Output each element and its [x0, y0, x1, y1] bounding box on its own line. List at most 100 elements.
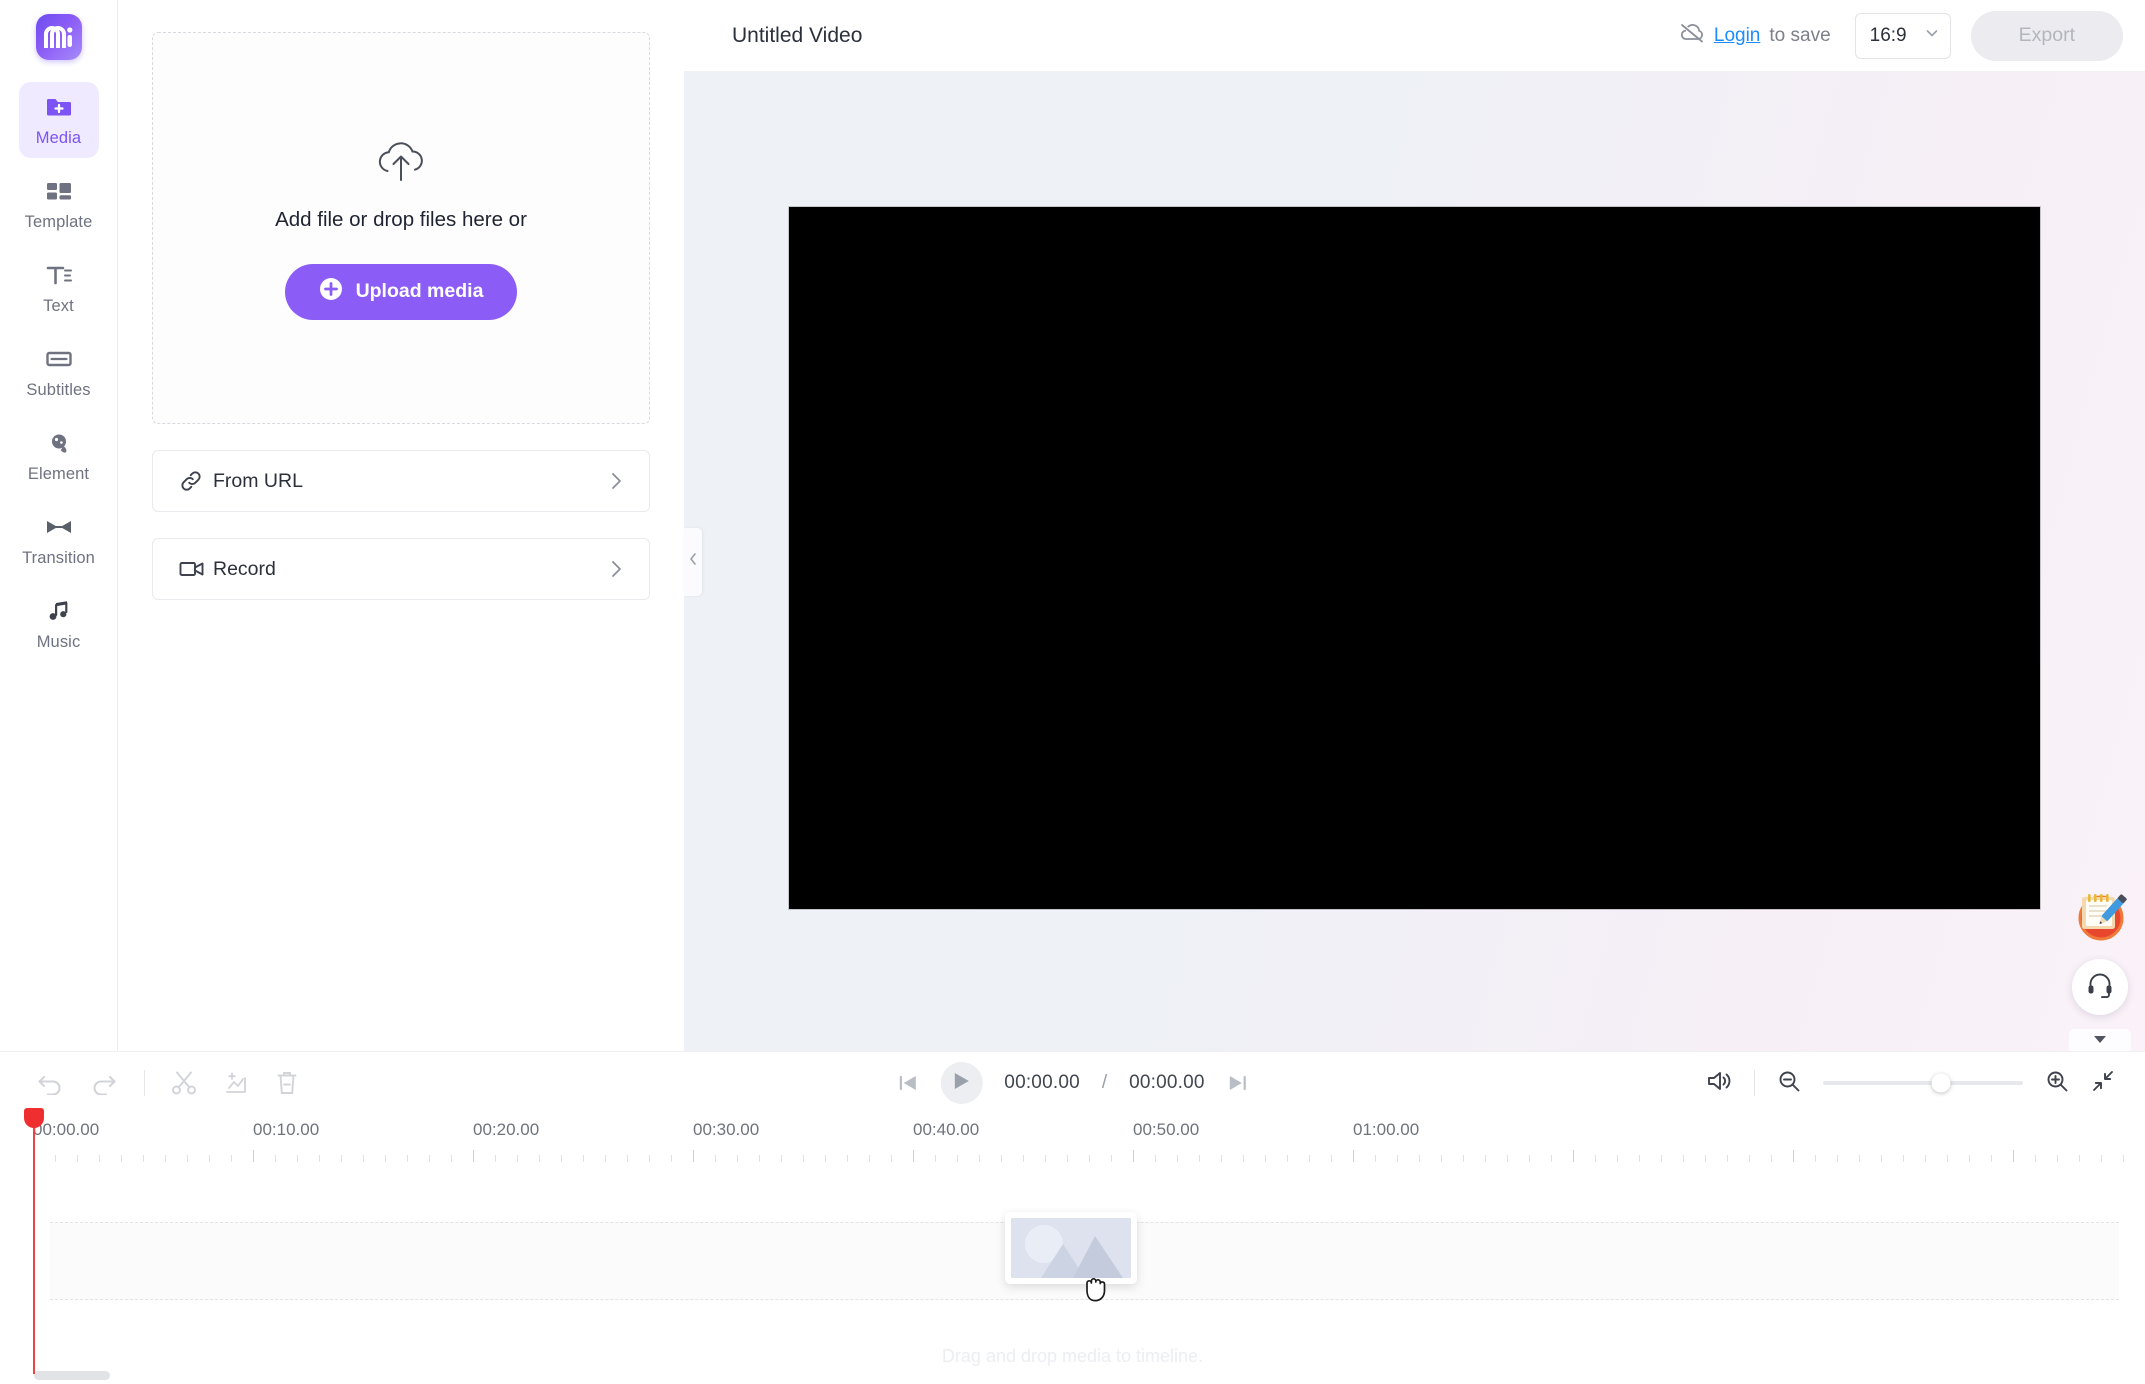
timeline-horizontal-scrollbar[interactable] [34, 1371, 110, 1380]
sidebar-item-transition[interactable]: Transition [19, 502, 99, 578]
video-preview-canvas[interactable] [789, 206, 2040, 909]
document-title[interactable]: Untitled Video [732, 24, 1679, 48]
ruler-label: 00:40.00 [913, 1120, 980, 1139]
ruler-tick [891, 1155, 892, 1162]
ruler-tick [715, 1155, 716, 1162]
ruler-tick [1133, 1150, 1134, 1162]
timeline-zoom-slider[interactable] [1823, 1073, 2023, 1093]
split-button[interactable] [171, 1070, 197, 1096]
ruler-tick [231, 1155, 232, 1162]
timeline-ruler[interactable]: 00:00.00 00:10.00 00:20.00 00:30.00 00:40.00… [0, 1114, 2145, 1166]
sidebar-item-label: Text [43, 297, 74, 315]
link-icon [179, 469, 213, 493]
sidebar-item-text[interactable]: Text [19, 250, 99, 326]
ruler-label: 00:00.00 [33, 1120, 100, 1139]
aspect-ratio-select[interactable]: 16:9 [1854, 12, 1951, 59]
plus-circle-icon [319, 277, 343, 307]
camera-icon [179, 558, 213, 580]
skip-previous-button[interactable] [896, 1072, 918, 1094]
sidebar-item-label: Element [27, 465, 90, 483]
from-url-row[interactable]: From URL [152, 450, 650, 512]
ruler-tick [1089, 1155, 1090, 1162]
dropzone-text: Add file or drop files here or [275, 207, 527, 231]
fit-timeline-button[interactable] [2091, 1069, 2115, 1098]
ruler-tick [1617, 1155, 1618, 1162]
ruler-tick [1903, 1155, 1904, 1162]
ruler-tick [1639, 1155, 1640, 1162]
ruler-tick [759, 1155, 760, 1162]
ruler-tick [1023, 1155, 1024, 1162]
ruler-tick [1815, 1155, 1816, 1162]
export-button[interactable]: Export [1970, 10, 2123, 61]
ruler-tick [1287, 1155, 1288, 1162]
total-time: 00:00.00 [1129, 1072, 1205, 1093]
sidebar-item-subtitles[interactable]: Subtitles [19, 334, 99, 410]
app-logo[interactable] [35, 14, 82, 60]
ruler-tick [1067, 1155, 1068, 1162]
ruler-tick [781, 1155, 782, 1162]
toolbar-divider [144, 1070, 145, 1096]
delete-button[interactable] [275, 1070, 299, 1096]
ruler-tick [1727, 1155, 1728, 1162]
floating-collapse-button[interactable] [2069, 1029, 2131, 1051]
upload-media-button[interactable]: Upload media [284, 263, 518, 320]
drag-preview-thumbnail[interactable] [1005, 1212, 1137, 1284]
ruler-label: 00:50.00 [1133, 1120, 1200, 1139]
login-link[interactable]: Login [1714, 25, 1761, 47]
sidebar-item-label: Transition [22, 549, 95, 567]
redo-button[interactable] [90, 1071, 118, 1095]
ruler-tick [1507, 1155, 1508, 1162]
headset-icon [2086, 971, 2114, 1004]
ruler-tick [627, 1155, 628, 1162]
playhead[interactable] [24, 1108, 44, 1374]
ruler-tick [143, 1155, 144, 1162]
text-icon [46, 260, 72, 290]
zoom-slider-knob[interactable] [1931, 1073, 1951, 1093]
sidebar-item-media[interactable]: Media [18, 82, 99, 158]
chevron-right-icon [605, 470, 627, 492]
playhead-handle[interactable] [24, 1108, 44, 1128]
ruler-label: 00:30.00 [693, 1120, 760, 1139]
ruler-tick [1177, 1155, 1178, 1162]
ruler-tick [847, 1155, 848, 1162]
chevron-down-icon [2092, 1031, 2108, 1049]
crop-button[interactable] [223, 1070, 249, 1096]
help-support-button[interactable] [2072, 959, 2128, 1015]
ruler-tick [913, 1150, 914, 1162]
undo-button[interactable] [36, 1071, 64, 1095]
record-row[interactable]: Record [152, 538, 650, 600]
ruler-tick [2057, 1155, 2058, 1162]
ruler-label: 01:00.00 [1353, 1120, 1420, 1139]
ruler-tick [1837, 1155, 1838, 1162]
ruler-tick [55, 1155, 56, 1162]
ruler-tick [1331, 1155, 1332, 1162]
ruler-tick [121, 1155, 122, 1162]
sidebar-item-template[interactable]: Template [19, 166, 99, 242]
sidebar-item-music[interactable]: Music [19, 586, 99, 662]
ruler-tick [1859, 1155, 1860, 1162]
zoom-in-button[interactable] [2045, 1069, 2069, 1098]
ruler-tick [649, 1155, 650, 1162]
ruler-tick [1947, 1155, 1948, 1162]
ruler-tick [1793, 1150, 1794, 1162]
ruler-tick [99, 1155, 100, 1162]
timeline-edit-tools [36, 1070, 299, 1096]
ruler-tick [1991, 1155, 1992, 1162]
panel-collapse-handle[interactable] [684, 527, 702, 596]
sidebar-item-element[interactable]: Element [19, 418, 99, 494]
notepad-pencil-icon[interactable] [2069, 883, 2131, 945]
media-dropzone[interactable]: Add file or drop files here or Upload me… [152, 32, 650, 424]
zoom-out-button[interactable] [1777, 1069, 1801, 1098]
play-button[interactable] [940, 1062, 983, 1104]
ruler-tick [1353, 1150, 1354, 1162]
ruler-tick [473, 1150, 474, 1162]
subtitles-icon [45, 344, 72, 374]
chevron-left-icon [687, 552, 699, 571]
volume-button[interactable] [1706, 1069, 1732, 1098]
skip-next-button[interactable] [1227, 1072, 1249, 1094]
ruler-tick [1375, 1155, 1376, 1162]
toolbar-divider [1754, 1070, 1755, 1096]
ruler-tick [1397, 1155, 1398, 1162]
ruler-tick [319, 1155, 320, 1162]
sidebar-item-label: Media [35, 129, 82, 147]
